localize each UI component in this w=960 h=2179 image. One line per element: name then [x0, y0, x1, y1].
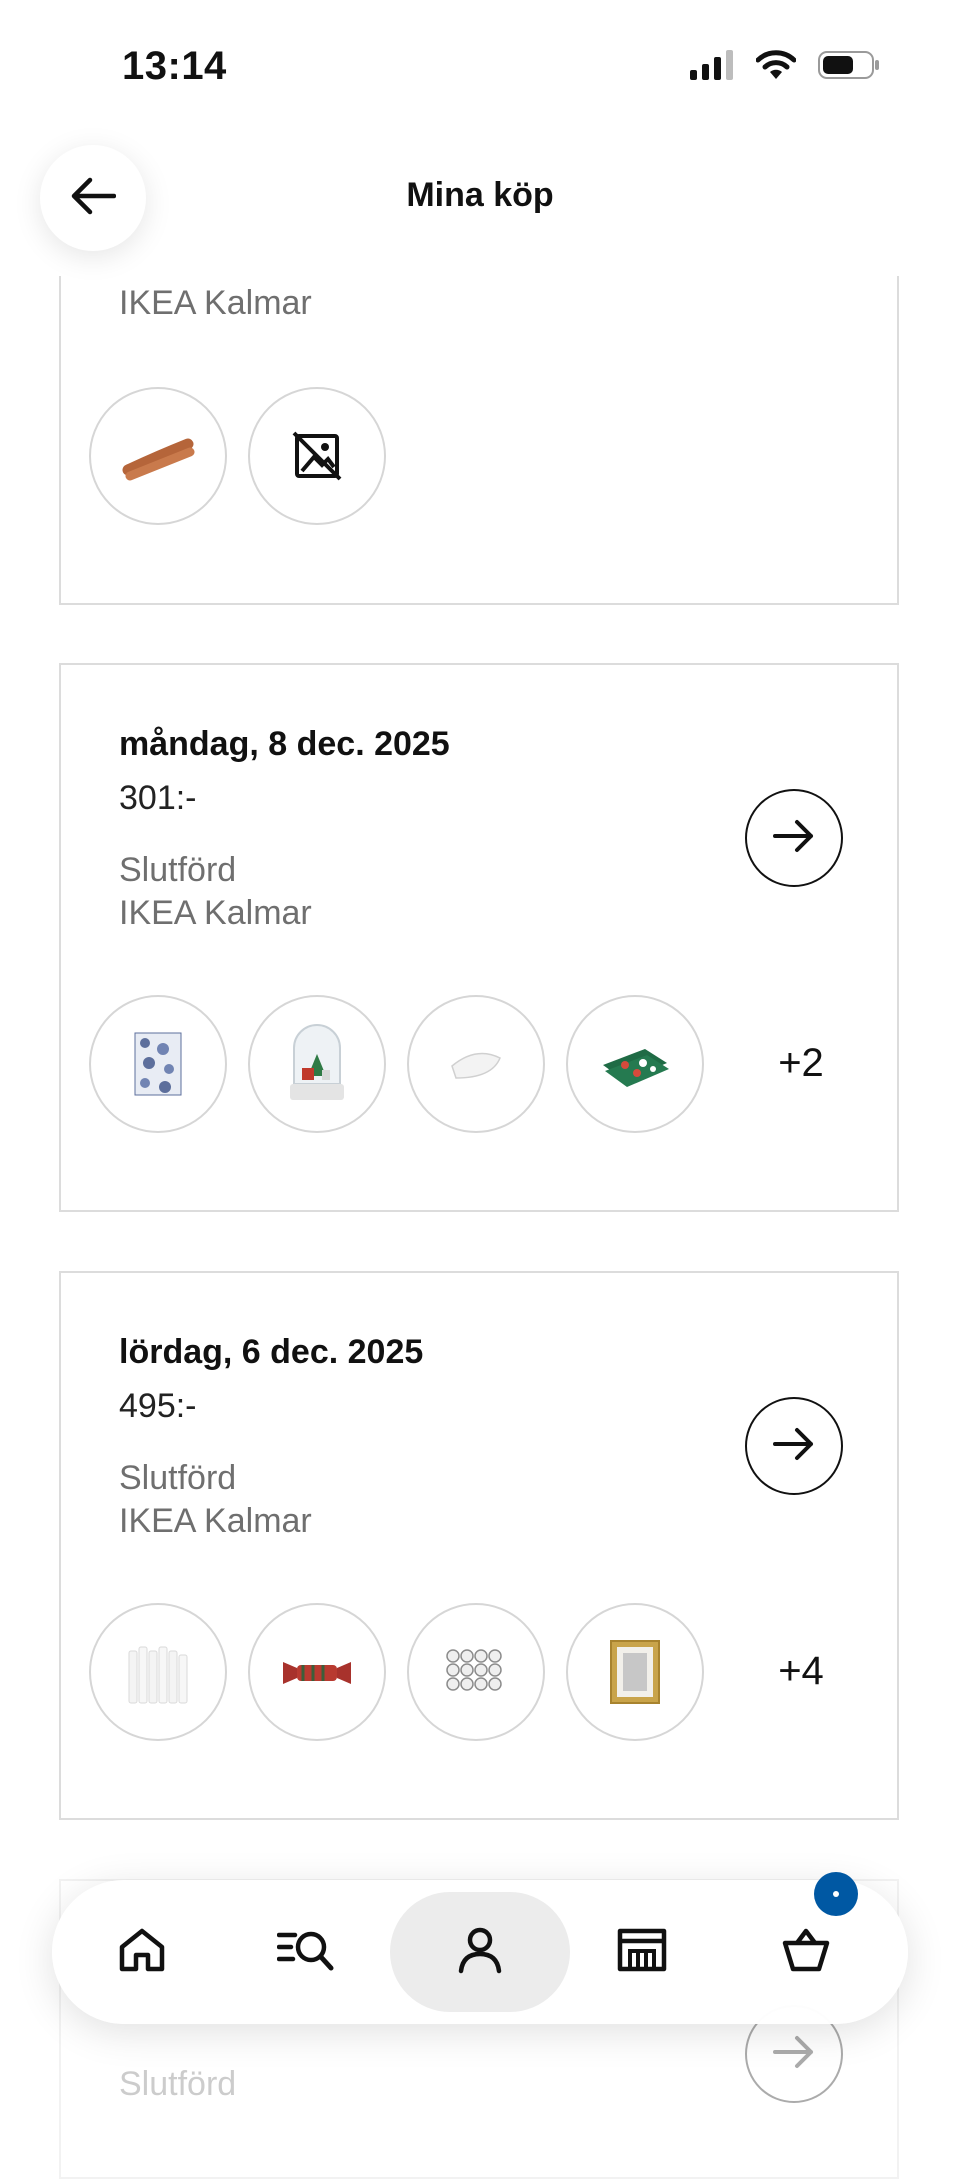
battery-icon: [818, 50, 880, 85]
wifi-icon: [755, 50, 797, 85]
white-candles-thumbnail: [89, 1603, 227, 1741]
status-icons: [690, 50, 880, 85]
tealights-thumbnail: [407, 1603, 545, 1741]
no-image-placeholder-icon: [248, 387, 386, 525]
order-status: Slutförd: [119, 851, 237, 889]
white-cushion-thumbnail: [407, 995, 545, 1133]
more-items-count: +4: [778, 1649, 824, 1693]
order-store: IKEA Kalmar: [119, 1502, 312, 1540]
more-items-count: +2: [778, 1041, 824, 1085]
order-card[interactable]: lördag, 6 dec. 2025 495:- Slutförd IKEA …: [59, 1271, 899, 1820]
christmas-cracker-thumbnail: [248, 1603, 386, 1741]
store-icon: [616, 1927, 668, 1978]
order-date: lördag, 6 dec. 2025: [119, 1333, 424, 1371]
order-store: IKEA Kalmar: [119, 894, 312, 932]
nav-profile[interactable]: [390, 1892, 570, 2012]
order-date: måndag, 8 dec. 2025: [119, 725, 450, 763]
cart-badge-dot: [833, 1891, 839, 1897]
arrow-right-icon: [773, 2034, 815, 2075]
open-order-button[interactable]: [745, 789, 843, 887]
cart-icon: [779, 1927, 833, 1978]
page-title: Mina köp: [406, 176, 554, 214]
open-order-button[interactable]: [745, 1397, 843, 1495]
order-price: 301:-: [119, 779, 197, 817]
nav-search[interactable]: [216, 1892, 396, 2012]
status-time: 13:14: [122, 44, 227, 88]
order-status: Slutförd: [119, 2065, 237, 2103]
order-store: IKEA Kalmar: [119, 284, 312, 322]
profile-icon: [457, 1926, 503, 1979]
search-icon: [276, 1927, 335, 1978]
order-status: Slutförd: [119, 1459, 237, 1497]
nav-cart[interactable]: [716, 1872, 896, 2012]
status-bar: 13:14: [0, 0, 960, 130]
hotdog-sausage-thumbnail: [89, 387, 227, 525]
arrow-right-icon: [773, 1426, 815, 1467]
order-list: IKEA Kalmar måndag, 8 dec. 2025 301:- Sl…: [0, 0, 960, 2179]
nav-store[interactable]: [552, 1892, 732, 2012]
header: Mina köp: [0, 130, 960, 276]
gold-frame-thumbnail: [566, 1603, 704, 1741]
home-icon: [118, 1927, 166, 1978]
order-card[interactable]: måndag, 8 dec. 2025 301:- Slutförd IKEA …: [59, 663, 899, 1212]
bottom-navigation: [52, 1872, 908, 2024]
blue-patterned-napkins-thumbnail: [89, 995, 227, 1133]
cart-badge: [814, 1872, 858, 1916]
arrow-right-icon: [773, 818, 815, 859]
green-christmas-napkins-thumbnail: [566, 995, 704, 1133]
cellular-signal-icon: [690, 50, 734, 85]
snow-globe-thumbnail: [248, 995, 386, 1133]
nav-home[interactable]: [52, 1892, 232, 2012]
order-price: 495:-: [119, 1387, 197, 1425]
